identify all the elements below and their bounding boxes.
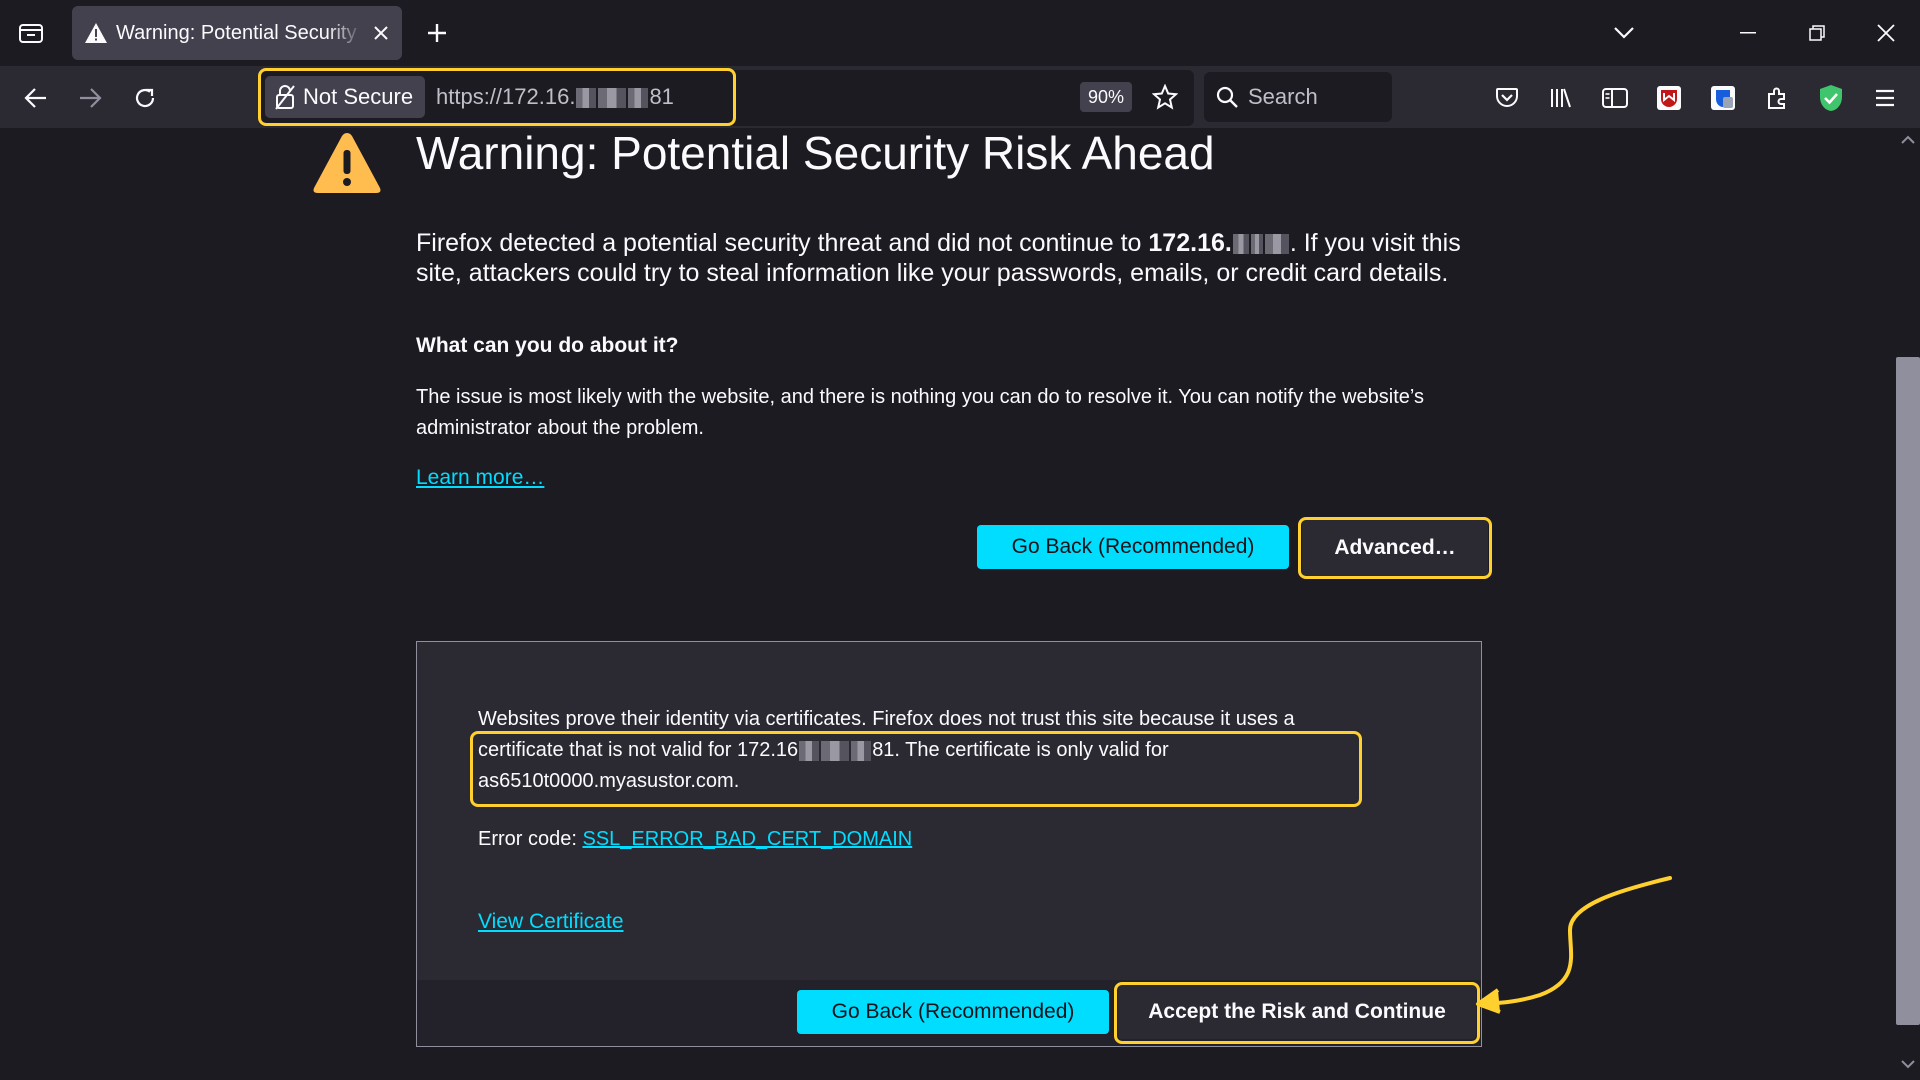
forward-arrow-icon[interactable] [72,80,108,116]
bitwarden-extension-icon[interactable] [1707,82,1739,114]
go-back-button[interactable]: Go Back (Recommended) [977,525,1289,569]
tab-strip: Warning: Potential Security Risk Ahead [0,0,1920,66]
menu-hamburger-icon[interactable] [1869,82,1901,114]
shield-check-icon[interactable] [1815,82,1847,114]
browser-tab-active[interactable]: Warning: Potential Security Risk Ahead [72,6,402,60]
page-title: Warning: Potential Security Risk Ahead [416,127,1215,179]
warning-icon [85,23,107,43]
intro-host: 172.16. [1148,229,1232,257]
section-heading: What can you do about it? [416,334,679,357]
new-tab-icon[interactable] [420,16,454,50]
list-all-tabs-icon[interactable] [12,14,50,52]
search-bar[interactable]: Search [1204,72,1392,122]
minimize-icon[interactable] [1728,14,1768,52]
view-certificate-link[interactable]: View Certificate [478,910,624,934]
error-code-line: Error code: SSL_ERROR_BAD_CERT_DOMAIN [478,828,912,851]
address-highlight-annotation [258,68,736,126]
go-back-button-advanced[interactable]: Go Back (Recommended) [797,990,1109,1034]
learn-more-link[interactable]: Learn more… [416,466,544,490]
back-arrow-icon[interactable] [18,80,54,116]
intro-text-1: Firefox detected a potential security th… [416,229,1149,257]
close-window-icon[interactable] [1866,14,1906,52]
sidebar-icon[interactable] [1599,82,1631,114]
tab-title: Warning: Potential Security Risk Ahead [116,21,364,44]
redacted-block [1264,234,1289,255]
scroll-down-icon[interactable] [1900,1058,1916,1070]
chevron-down-icon[interactable] [1604,14,1644,52]
restore-icon[interactable] [1797,14,1837,52]
certificate-highlight-annotation [470,731,1362,807]
error-code-label: Error code: [478,828,583,850]
redacted-block [1232,234,1249,255]
search-placeholder: Search [1248,84,1318,109]
pocket-icon[interactable] [1491,82,1523,114]
intro-paragraph: Firefox detected a potential security th… [416,228,1476,288]
annotation-arrow [1476,876,1672,1014]
reload-icon[interactable] [127,80,163,116]
extensions-puzzle-icon[interactable] [1761,82,1793,114]
redacted-block [1250,234,1263,255]
zoom-indicator[interactable]: 90% [1080,82,1133,112]
mcafee-extension-icon[interactable] [1653,82,1685,114]
library-icon[interactable] [1545,82,1577,114]
explanation-paragraph: The issue is most likely with the websit… [416,386,1424,439]
close-tab-icon[interactable] [370,22,392,44]
scroll-up-icon[interactable] [1900,134,1916,146]
scrollbar-thumb[interactable] [1896,357,1920,1025]
search-icon [1216,86,1238,108]
accept-highlight-annotation [1114,982,1480,1044]
navigation-toolbar: Not Secure https://172.16. 81 90% Search [0,66,1920,128]
bookmark-star-icon[interactable] [1150,82,1180,112]
error-code-link[interactable]: SSL_ERROR_BAD_CERT_DOMAIN [582,828,912,850]
warning-triangle-icon [313,133,381,193]
advanced-highlight-annotation [1298,517,1492,579]
